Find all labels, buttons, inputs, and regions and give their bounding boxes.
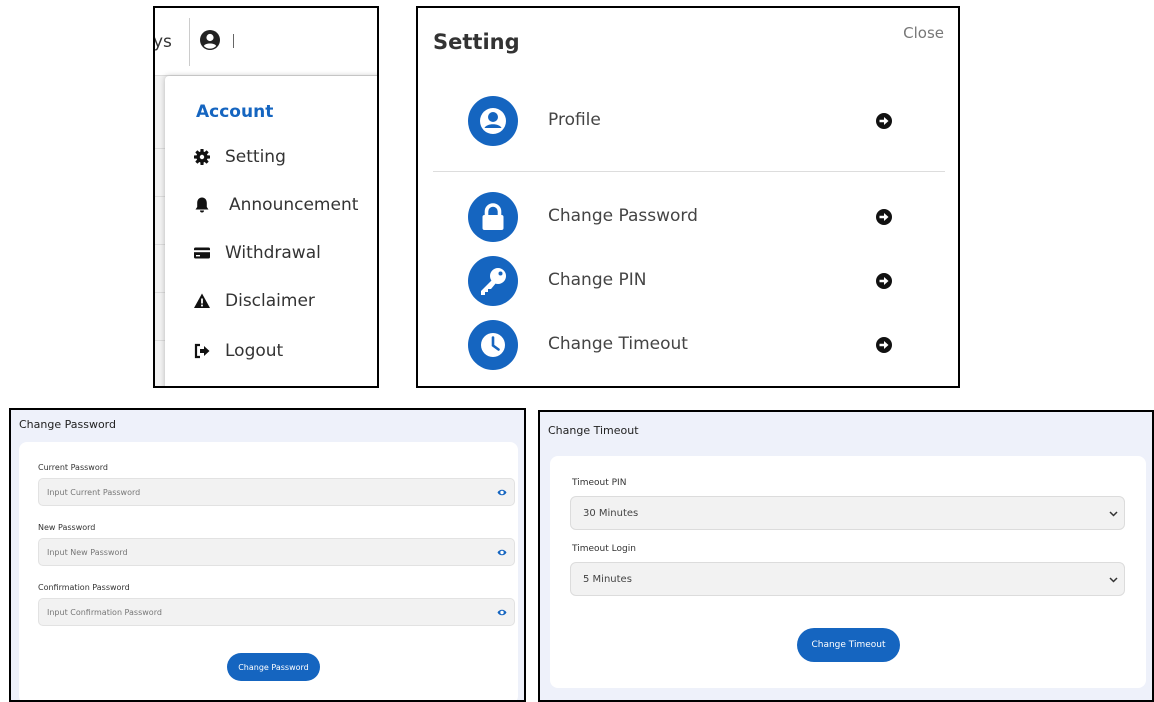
account-dropdown: Account Setting Announcement Withdrawal …: [165, 76, 377, 386]
dialog-title: Setting: [433, 30, 520, 54]
change-password-form: Current Password New Password Confirmati…: [19, 442, 518, 700]
arrow-right-icon: [876, 209, 892, 225]
menu-item-label: Logout: [225, 341, 284, 361]
arrow-right-icon: [876, 113, 892, 129]
lock-icon: [468, 192, 518, 242]
user-circle-icon[interactable]: [199, 29, 221, 51]
profile-icon: [468, 96, 518, 146]
menu-item-label: Withdrawal: [225, 243, 321, 263]
setting-item-label: Change PIN: [548, 270, 647, 290]
chevron-down-icon: [1109, 511, 1118, 517]
current-password-label: Current Password: [38, 463, 108, 472]
menu-item-label: Disclaimer: [225, 291, 315, 311]
panel-title: Change Timeout: [548, 424, 639, 437]
setting-item-label: Change Timeout: [548, 334, 688, 354]
navbar-separator: [189, 18, 190, 66]
change-timeout-form: Timeout PIN 30 Minutes Timeout Login 5 M…: [550, 456, 1146, 688]
credit-card-icon: [194, 247, 210, 259]
eye-icon[interactable]: [497, 488, 507, 497]
change-timeout-button[interactable]: Change Timeout: [797, 628, 900, 662]
divider: [433, 171, 945, 172]
confirmation-password-field: [38, 598, 515, 626]
selected-value: 5 Minutes: [583, 574, 632, 585]
change-password-panel: Change Password Current Password New Pas…: [9, 408, 526, 702]
key-icon: [468, 256, 518, 306]
setting-item-change-timeout[interactable]: Change Timeout: [468, 320, 908, 370]
arrow-right-icon: [876, 337, 892, 353]
clock-icon: [468, 320, 518, 370]
warning-icon: [194, 293, 210, 308]
nav-item-truncated[interactable]: ys: [155, 32, 172, 52]
change-timeout-panel: Change Timeout Timeout PIN 30 Minutes Ti…: [538, 410, 1154, 702]
current-password-field: [38, 478, 515, 506]
chevron-down-icon: [1109, 577, 1118, 583]
logout-icon: [194, 343, 210, 359]
account-menu-panel: ys Account Setting Announcement Withdraw…: [153, 6, 379, 388]
setting-item-change-pin[interactable]: Change PIN: [468, 256, 908, 306]
setting-item-label: Profile: [548, 110, 601, 130]
timeout-pin-select[interactable]: 30 Minutes: [570, 496, 1125, 530]
menu-item-withdrawal[interactable]: Withdrawal: [193, 238, 321, 268]
new-password-input[interactable]: [39, 539, 479, 565]
menu-item-disclaimer[interactable]: Disclaimer: [193, 286, 315, 316]
menu-item-label: Announcement: [229, 195, 359, 215]
setting-dialog: Setting Close Profile Change Password Ch…: [416, 6, 960, 388]
current-password-input[interactable]: [39, 479, 479, 505]
new-password-label: New Password: [38, 523, 96, 532]
timeout-pin-label: Timeout PIN: [572, 478, 627, 488]
menu-item-announcement[interactable]: Announcement: [193, 190, 358, 220]
selected-value: 30 Minutes: [583, 508, 639, 519]
eye-icon[interactable]: [497, 608, 507, 617]
menu-item-label: Setting: [225, 147, 286, 167]
arrow-right-icon: [876, 273, 892, 289]
menu-item-logout[interactable]: Logout: [193, 336, 283, 366]
panel-title: Change Password: [19, 418, 116, 431]
dropdown-title: Account: [196, 102, 274, 122]
timeout-login-select[interactable]: 5 Minutes: [570, 562, 1125, 596]
eye-icon[interactable]: [497, 548, 507, 557]
menu-item-setting[interactable]: Setting: [193, 142, 286, 172]
gear-icon: [194, 149, 210, 165]
setting-item-profile[interactable]: Profile: [468, 96, 908, 146]
timeout-login-label: Timeout Login: [572, 544, 636, 554]
confirmation-password-input[interactable]: [39, 599, 479, 625]
setting-item-label: Change Password: [548, 206, 698, 226]
change-password-button[interactable]: Change Password: [227, 653, 320, 681]
close-button[interactable]: Close: [903, 24, 944, 42]
bell-icon: [195, 197, 209, 213]
setting-item-change-password[interactable]: Change Password: [468, 192, 908, 242]
new-password-field: [38, 538, 515, 566]
confirmation-password-label: Confirmation Password: [38, 583, 130, 592]
text-caret: [233, 34, 234, 48]
top-navbar: ys: [155, 8, 377, 76]
